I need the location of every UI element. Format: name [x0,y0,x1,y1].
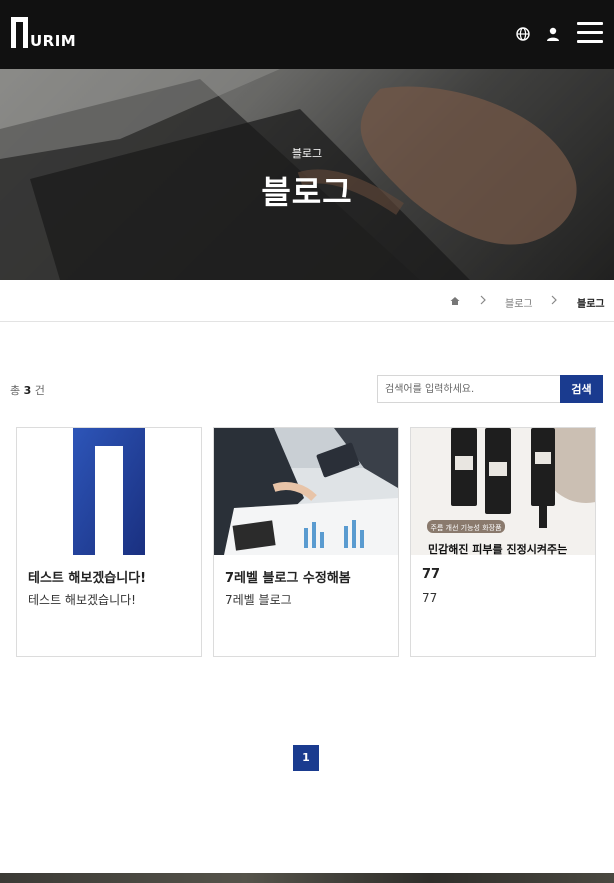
breadcrumb: 블로그 블로그 [0,280,614,322]
post-thumbnail[interactable] [17,428,201,555]
page-title: 블로그 [261,173,353,211]
post-title[interactable]: 77 [422,567,440,582]
count-prefix: 총 [10,384,21,397]
post-thumbnail[interactable]: 주름 개선 기능성 화장품 민감해진 피부를 진정시켜주는 [411,428,595,555]
logo-thumbnail-image [17,428,201,555]
search-button[interactable]: 검색 [560,375,603,403]
page-1-button[interactable]: 1 [293,745,319,771]
post-card[interactable]: 주름 개선 기능성 화장품 민감해진 피부를 진정시켜주는 77 77 [410,427,596,657]
count-value: 3 [23,384,32,397]
post-description: 7레벨 블로그 [225,593,292,607]
post-count: 총 3 건 [10,382,45,398]
search-input[interactable] [377,375,561,403]
hero-subtitle: 블로그 [291,147,323,160]
site-header: URIM [0,0,614,69]
logo-mark [11,17,28,48]
footer-image-strip [0,873,614,883]
post-thumbnail[interactable] [214,428,398,555]
post-description: 테스트 해보겠습니다! [28,593,136,607]
thumb-badge: 주름 개선 기능성 화장품 [430,523,502,532]
user-icon[interactable] [545,26,561,42]
post-description: 77 [422,591,438,605]
breadcrumb-item-current: 블로그 [577,299,605,310]
business-meeting-image [214,428,398,555]
chevron-right-icon [551,295,557,305]
post-card[interactable]: 7레벨 블로그 수정해봄 7레벨 블로그 [213,427,399,657]
post-title[interactable]: 테스트 해보겠습니다! [28,567,146,586]
chevron-right-icon [480,295,486,305]
logo-text: URIM [30,32,77,50]
home-icon[interactable] [450,296,460,306]
post-title[interactable]: 7레벨 블로그 수정해봄 [225,567,351,586]
globe-icon[interactable] [515,26,531,42]
count-suffix: 건 [34,384,45,397]
hero-banner: 블로그 블로그 [0,69,614,280]
logo[interactable]: URIM [11,17,77,50]
cosmetics-product-image: 주름 개선 기능성 화장품 민감해진 피부를 진정시켜주는 [411,428,595,555]
hamburger-menu-icon[interactable] [577,22,603,44]
breadcrumb-item-blog[interactable]: 블로그 [505,295,533,310]
post-card[interactable]: 테스트 해보겠습니다! 테스트 해보겠습니다! [16,427,202,657]
thumb-caption: 민감해진 피부를 진정시켜주는 [428,542,567,555]
search-bar: 검색 [377,375,603,403]
